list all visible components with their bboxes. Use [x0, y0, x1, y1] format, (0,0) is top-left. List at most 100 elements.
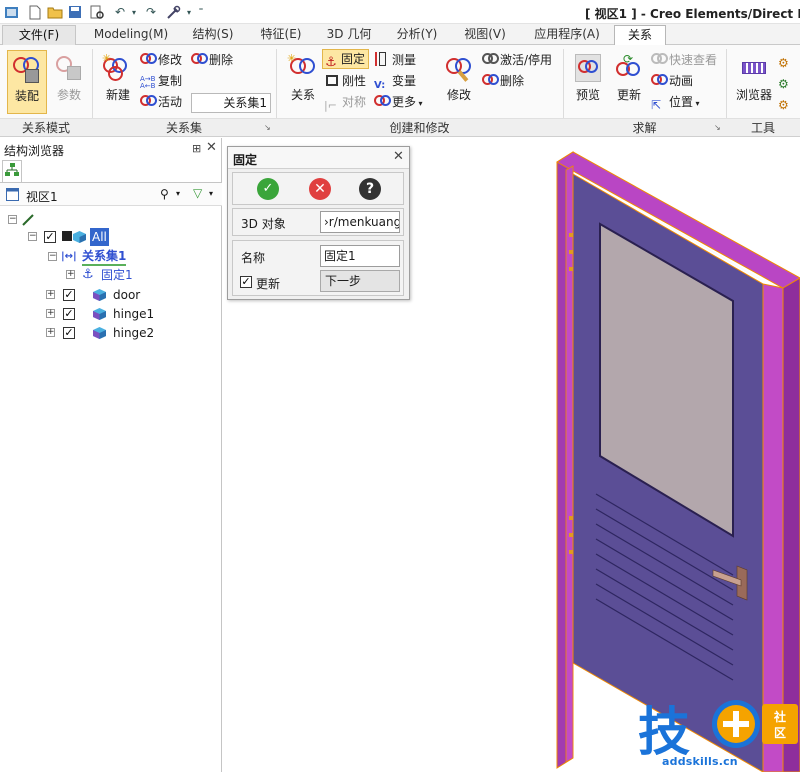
- visibility-checkbox[interactable]: ✓: [63, 289, 75, 301]
- collapse-icon[interactable]: −: [8, 215, 17, 224]
- solve-dialog-launcher-icon[interactable]: ↘: [714, 123, 721, 132]
- expand-icon[interactable]: +: [46, 328, 55, 337]
- expand-icon[interactable]: +: [46, 309, 55, 318]
- tree-label-hinge2: hinge2: [113, 326, 155, 340]
- delete-relation-icon: [482, 72, 499, 88]
- customize-toolbar-icon[interactable]: ⁼: [193, 4, 209, 20]
- quick-view-button[interactable]: 快速查看: [651, 50, 717, 70]
- tree-root[interactable]: −: [0, 211, 200, 229]
- expand-icon[interactable]: +: [46, 290, 55, 299]
- tab-view[interactable]: 视图(V): [455, 25, 515, 45]
- more-button[interactable]: 更多 ▾: [374, 92, 423, 112]
- app-icon[interactable]: [3, 4, 19, 20]
- name-field[interactable]: 固定1: [320, 245, 400, 267]
- save-icon[interactable]: [67, 4, 83, 20]
- pin-icon[interactable]: ⊞: [192, 142, 201, 155]
- tools-icon[interactable]: [166, 4, 182, 20]
- filter-icon[interactable]: ▽: [193, 186, 202, 200]
- tab-3d-geometry[interactable]: 3D 几何: [318, 25, 380, 45]
- modify-relset-button[interactable]: 修改: [140, 50, 182, 70]
- collapse-icon[interactable]: −: [28, 232, 37, 241]
- activate-deactivate-button[interactable]: 激活/停用: [482, 50, 552, 70]
- new-relset-button[interactable]: ✳ 新建: [97, 50, 139, 114]
- copy-icon: A→B A←B: [140, 75, 156, 90]
- variable-button[interactable]: V: 变量: [374, 71, 416, 91]
- object-row: 3D 对象 ›r/menkuang: [232, 208, 404, 236]
- print-preview-icon[interactable]: [89, 4, 105, 20]
- assemble-mode-button[interactable]: 装配: [7, 50, 47, 114]
- tab-analysis[interactable]: 分析(Y): [387, 25, 447, 45]
- browser-close-icon[interactable]: ✕: [206, 140, 217, 155]
- filter-dropdown-icon[interactable]: ▾: [209, 189, 213, 198]
- relation-button[interactable]: ✳ 关系: [282, 50, 324, 114]
- tree-label-fix: 固定1: [101, 268, 133, 282]
- symmetric-button[interactable]: |⌐ 对称: [324, 92, 366, 112]
- delete-icon: [191, 51, 208, 67]
- visibility-checkbox[interactable]: ✓: [63, 308, 75, 320]
- browser-title: 结构浏览器: [4, 144, 65, 158]
- tab-applications[interactable]: 应用程序(A): [524, 25, 610, 45]
- browser-label: 浏览器: [735, 88, 772, 102]
- tab-structure[interactable]: 结构(S): [182, 25, 244, 45]
- tree-item-door[interactable]: + ✓ door: [0, 286, 200, 304]
- ok-icon[interactable]: ✓: [257, 178, 279, 200]
- open-icon[interactable]: [47, 4, 63, 20]
- measure-button[interactable]: 测量: [374, 50, 416, 70]
- symmetric-icon: |⌐: [324, 99, 337, 112]
- modify-relation-button[interactable]: 修改: [438, 50, 480, 114]
- collapse-icon[interactable]: −: [48, 252, 57, 261]
- browser-button[interactable]: 浏览器: [731, 50, 777, 114]
- tree-item-hinge1[interactable]: + ✓ hinge1: [0, 305, 200, 323]
- tab-features[interactable]: 特征(E): [251, 25, 311, 45]
- tool-icon-1: ⚙: [778, 56, 789, 70]
- tab-file[interactable]: 文件(F): [2, 25, 76, 45]
- group-label-mode: 关系模式: [0, 118, 92, 136]
- fix-button[interactable]: ⚓ 固定: [322, 49, 370, 70]
- object-label: 3D 对象: [241, 217, 286, 231]
- visibility-checkbox[interactable]: ✓: [63, 327, 75, 339]
- tab-modeling[interactable]: Modeling(M): [86, 25, 176, 45]
- animation-button[interactable]: 动画: [651, 71, 693, 91]
- copy-relset-button[interactable]: A→B A←B 复制: [140, 71, 182, 91]
- update-button[interactable]: ⟳ 更新: [608, 50, 650, 114]
- active-relset-button[interactable]: 活动: [140, 92, 182, 112]
- search-dropdown-icon[interactable]: ▾: [176, 189, 180, 198]
- params-mode-button[interactable]: 参数: [48, 50, 90, 114]
- tree-label-all: All: [90, 228, 109, 246]
- part-icon: [93, 308, 106, 320]
- group-label-solve: 求解: [563, 118, 726, 136]
- tab-relations[interactable]: 关系: [614, 25, 666, 46]
- current-relset-field[interactable]: 关系集1: [191, 93, 271, 113]
- tree-item-fix[interactable]: + ⚓ 固定1: [0, 266, 200, 284]
- tree-item-relset[interactable]: − |↔| 关系集1: [0, 248, 200, 266]
- new-icon[interactable]: [27, 4, 43, 20]
- dialog-close-icon[interactable]: ✕: [393, 149, 404, 164]
- cancel-icon[interactable]: ✕: [309, 178, 331, 200]
- visibility-checkbox[interactable]: ✓: [44, 231, 56, 243]
- activate-icon: [482, 51, 499, 67]
- tree-item-hinge2[interactable]: + ✓ hinge2: [0, 324, 200, 342]
- relset-dialog-launcher-icon[interactable]: ↘: [264, 123, 271, 132]
- variable-icon: V:: [374, 80, 386, 91]
- redo-icon[interactable]: ↷: [143, 4, 159, 20]
- object-field[interactable]: ›r/menkuang: [320, 211, 400, 233]
- rigid-button[interactable]: 刚性: [324, 71, 366, 91]
- delete-relation-button[interactable]: 删除: [482, 71, 524, 91]
- tools-item-3[interactable]: ⚙: [778, 92, 800, 112]
- help-icon[interactable]: ?: [359, 178, 381, 200]
- next-step-button[interactable]: 下一步: [320, 270, 400, 292]
- undo-dropdown-icon[interactable]: ▾: [126, 4, 142, 20]
- group-label-relset: 关系集: [92, 118, 276, 136]
- position-button[interactable]: ⇱ 位置 ▾: [651, 92, 700, 112]
- tree-label-relset: 关系集1: [82, 248, 127, 266]
- expand-icon[interactable]: +: [66, 270, 75, 279]
- tools-item-1[interactable]: ⚙: [778, 50, 800, 70]
- delete-relset-button[interactable]: 删除: [191, 50, 233, 70]
- tree-item-all[interactable]: − ✓ All: [0, 228, 200, 246]
- update-checkbox[interactable]: ✓: [240, 276, 252, 288]
- tools-item-2[interactable]: ⚙: [778, 71, 800, 91]
- params-label: 参数: [56, 88, 81, 102]
- browser-tree-tab[interactable]: [2, 160, 22, 182]
- preview-button[interactable]: 预览: [567, 50, 609, 114]
- binoculars-icon[interactable]: ⚲: [160, 187, 169, 201]
